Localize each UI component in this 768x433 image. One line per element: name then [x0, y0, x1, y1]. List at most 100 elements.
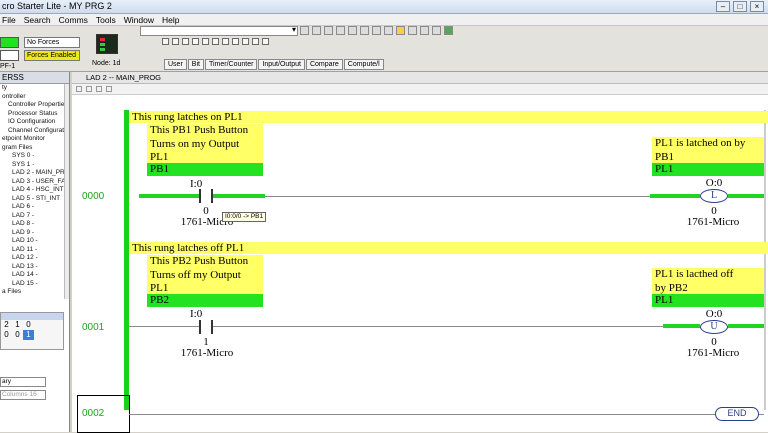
tab-compare[interactable]: Compare — [305, 59, 343, 70]
forces-enabled-status[interactable]: Forces Enabled — [24, 50, 80, 61]
tree-item[interactable]: LAD 6 - — [0, 203, 69, 212]
verify-icon[interactable] — [360, 26, 369, 35]
description-line: This PB2 Push Button — [150, 255, 249, 267]
new-branch-icon[interactable] — [172, 38, 179, 45]
tree-item[interactable]: SYS 0 - — [0, 152, 69, 161]
tree-item[interactable]: LAD 4 - HSC_INT — [0, 186, 69, 195]
tab-bit[interactable]: Bit — [187, 59, 204, 70]
toolbar-area: No Forces Forces Enabled PF-1 Node: 1d ▾… — [0, 25, 768, 72]
instruction-search-combo[interactable] — [140, 25, 298, 36]
menu-search[interactable]: Search — [24, 14, 51, 25]
tree-item[interactable]: LAD 7 - — [0, 212, 69, 221]
otl-coil-o0-0[interactable]: L — [700, 189, 728, 203]
data-monitor-titlebar — [1, 313, 63, 320]
menu-tools[interactable]: Tools — [96, 14, 116, 25]
highlight-icon[interactable] — [396, 26, 405, 35]
tree-item[interactable]: ty — [0, 84, 69, 93]
left-power-rail — [124, 110, 129, 410]
zoom-out-icon[interactable] — [384, 26, 393, 35]
contact-platform: 1761-Micro — [180, 347, 234, 359]
rung-number[interactable]: 0001 — [82, 322, 104, 333]
tree-item[interactable]: LAD 14 - — [0, 271, 69, 280]
find-icon[interactable] — [408, 26, 417, 35]
tree-item[interactable]: LAD 12 - — [0, 254, 69, 263]
close-icon[interactable]: × — [750, 1, 764, 12]
menu-help[interactable]: Help — [162, 14, 179, 25]
run-icon[interactable] — [444, 26, 453, 35]
rung-wire — [759, 414, 764, 415]
tree-item[interactable]: ontroller — [0, 93, 69, 102]
tree-item[interactable]: Controller Properties — [0, 101, 69, 110]
rung-comment[interactable]: This rung latches on PL1 — [129, 111, 768, 123]
tree-item[interactable]: Channel Configuration — [0, 127, 69, 136]
otu-coil-o0-0[interactable]: U — [700, 320, 728, 334]
tab-compute[interactable]: Compute/l — [343, 59, 384, 70]
osr-icon[interactable] — [232, 38, 239, 45]
ote-icon[interactable] — [202, 38, 209, 45]
bit-value[interactable]: 1 — [23, 330, 34, 340]
maximize-icon[interactable]: □ — [733, 1, 747, 12]
tree-item[interactable]: SYS 1 - — [0, 161, 69, 170]
tree-item[interactable]: IO Configuration — [0, 118, 69, 127]
tree-item[interactable]: LAD 10 - — [0, 237, 69, 246]
tree-item[interactable]: Processor Status — [0, 110, 69, 119]
properties-icon[interactable] — [76, 86, 82, 92]
copy-icon[interactable] — [312, 26, 321, 35]
menu-file[interactable]: File — [2, 14, 16, 25]
undo-icon[interactable] — [336, 26, 345, 35]
new-rung-icon[interactable] — [162, 38, 169, 45]
rung-number[interactable]: 0000 — [82, 191, 104, 202]
coil-symbol[interactable]: PL1 — [652, 294, 764, 307]
counter-icon[interactable] — [252, 38, 259, 45]
tree-item[interactable]: LAD 9 - — [0, 229, 69, 238]
forward-icon[interactable] — [432, 26, 441, 35]
columns-select[interactable]: Columns 16 — [0, 390, 46, 400]
tree-item[interactable]: LAD 13 - — [0, 263, 69, 272]
paste-icon[interactable] — [324, 26, 333, 35]
tree-item[interactable]: gram Files — [0, 144, 69, 153]
view-icon[interactable] — [106, 86, 112, 92]
tab-input-output[interactable]: Input/Output — [258, 59, 305, 70]
back-icon[interactable] — [420, 26, 429, 35]
tab-timer-counter[interactable]: Timer/Counter — [204, 59, 258, 70]
tree-item[interactable]: etpoint Monitor — [0, 135, 69, 144]
compare-icon[interactable] — [262, 38, 269, 45]
rung-comment[interactable]: This rung latches off PL1 — [129, 242, 768, 254]
coil-symbol[interactable]: PL1 — [652, 163, 764, 176]
tree-item[interactable]: LAD 5 - STI_INT — [0, 195, 69, 204]
otl-icon[interactable] — [212, 38, 219, 45]
timer-icon[interactable] — [242, 38, 249, 45]
contact-symbol[interactable]: PB1 — [147, 163, 263, 176]
mode-indicator[interactable] — [0, 37, 19, 48]
zoom-in-icon[interactable] — [372, 26, 381, 35]
forces-status[interactable]: No Forces — [24, 37, 80, 48]
bit-value[interactable]: 0 — [1, 330, 12, 340]
menu-comms[interactable]: Comms — [59, 14, 88, 25]
radix-select[interactable]: ary — [0, 377, 46, 387]
minimize-icon[interactable]: – — [716, 1, 730, 12]
rung-number[interactable]: 0002 — [82, 408, 104, 419]
tree-scrollbar[interactable] — [64, 84, 69, 299]
contact-symbol[interactable]: PB2 — [147, 294, 263, 307]
xio-icon[interactable] — [192, 38, 199, 45]
zoom-icon[interactable] — [86, 86, 92, 92]
tab-user[interactable]: User — [164, 59, 187, 70]
tree-item[interactable]: a Files — [0, 288, 69, 297]
tree-item[interactable]: LAD 8 - — [0, 220, 69, 229]
bit-value[interactable]: 0 — [12, 330, 23, 340]
tree-item[interactable]: LAD 2 - MAIN_PROG — [0, 169, 69, 178]
ladder-canvas[interactable]: This rung latches on PL1 This PB1 Push B… — [72, 95, 768, 433]
otu-icon[interactable] — [222, 38, 229, 45]
right-power-rail — [764, 110, 766, 410]
menu-window[interactable]: Window — [124, 14, 154, 25]
xic-contact-i0-1[interactable] — [199, 320, 213, 334]
tree-item[interactable]: LAD 15 - — [0, 280, 69, 289]
mode-indicator-secondary[interactable] — [0, 50, 19, 61]
redo-icon[interactable] — [348, 26, 357, 35]
help-icon[interactable] — [96, 86, 102, 92]
tree-item[interactable]: LAD 11 - — [0, 246, 69, 255]
cut-icon[interactable] — [300, 26, 309, 35]
xic-icon[interactable] — [182, 38, 189, 45]
tree-item[interactable]: LAD 3 - USER_FAULT — [0, 178, 69, 187]
xic-contact-i0-0[interactable] — [199, 189, 213, 203]
